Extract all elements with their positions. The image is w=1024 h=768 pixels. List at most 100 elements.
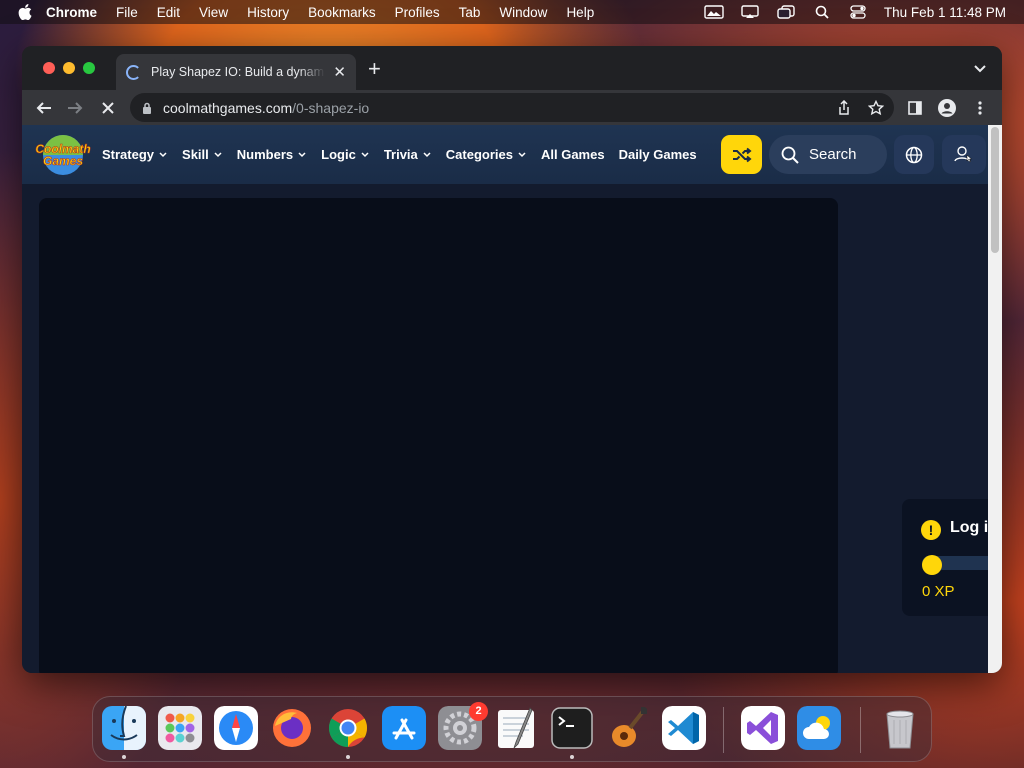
profile-avatar-icon	[938, 99, 956, 117]
menu-window[interactable]: Window	[499, 5, 547, 20]
menu-view[interactable]: View	[199, 5, 228, 20]
nav-categories-label: Categories	[445, 147, 513, 162]
login-prompt[interactable]: Log i	[950, 519, 988, 537]
account-button[interactable]	[942, 135, 986, 174]
profile-button[interactable]	[937, 98, 957, 118]
app-store-icon[interactable]	[382, 706, 426, 750]
chevron-down-icon	[361, 151, 369, 157]
chevron-down-icon	[298, 151, 306, 157]
forward-button[interactable]	[65, 98, 85, 118]
nav-skill-label: Skill	[182, 147, 209, 162]
finder-icon[interactable]	[102, 706, 146, 750]
xp-amount: 0 XP	[922, 583, 955, 600]
chevron-down-icon	[159, 151, 167, 157]
chevron-down-icon	[423, 151, 431, 157]
nav-numbers-label: Numbers	[236, 147, 294, 162]
active-tab[interactable]: Play Shapez IO: Build a dynamic ✕	[116, 54, 356, 90]
menu-help[interactable]: Help	[566, 5, 594, 20]
vscode-icon[interactable]	[662, 706, 706, 750]
kebab-menu-icon	[978, 101, 982, 115]
launchpad-icon[interactable]	[158, 706, 202, 750]
photo-status-icon[interactable]	[704, 5, 724, 19]
macos-menubar: Chrome File Edit View History Bookmarks …	[0, 0, 1024, 24]
spotlight-search-icon[interactable]	[812, 5, 832, 19]
screen-mirroring-icon[interactable]	[740, 5, 760, 19]
terminal-running-dot	[570, 755, 574, 759]
address-bar[interactable]: coolmathgames.com/0-shapez-io	[130, 93, 894, 122]
back-arrow-icon	[36, 102, 51, 114]
globe-icon	[905, 146, 923, 163]
menu-history[interactable]: History	[247, 5, 289, 20]
lock-icon[interactable]	[142, 102, 152, 114]
dock-separator	[860, 707, 861, 753]
chevron-down-icon	[518, 151, 526, 157]
minimize-window-button[interactable]	[63, 62, 75, 74]
close-tab-icon[interactable]: ✕	[333, 63, 346, 81]
menu-tab[interactable]: Tab	[459, 5, 481, 20]
terminal-icon[interactable]	[550, 706, 594, 750]
nav-skill[interactable]: Skill	[182, 147, 222, 162]
forward-arrow-icon	[68, 102, 83, 114]
url-domain: coolmathgames.com	[163, 99, 293, 116]
nav-logic[interactable]: Logic	[321, 147, 369, 162]
back-button[interactable]	[34, 98, 54, 118]
nav-logic-label: Logic	[321, 147, 356, 162]
menu-profiles[interactable]: Profiles	[395, 5, 440, 20]
menu-edit[interactable]: Edit	[157, 5, 180, 20]
bookmark-star-icon[interactable]	[868, 100, 884, 116]
chevron-down-icon	[214, 151, 222, 157]
safari-icon[interactable]	[214, 706, 258, 750]
random-game-button[interactable]	[721, 135, 762, 174]
trash-icon[interactable]	[878, 706, 922, 750]
nav-daily-games[interactable]: Daily Games	[619, 147, 697, 162]
side-panel-icon	[908, 101, 922, 115]
system-settings-badge: 2	[469, 702, 488, 721]
visual-studio-icon[interactable]	[741, 706, 785, 750]
new-tab-button[interactable]: +	[368, 58, 381, 80]
svg-text:Games: Games	[43, 154, 83, 168]
apple-icon[interactable]	[18, 4, 32, 20]
url-path: /0-shapez-io	[292, 99, 370, 116]
coolmath-games-logo[interactable]: Coolmath Games	[30, 134, 96, 176]
control-center-icon[interactable]	[848, 5, 868, 19]
nav-trivia-label: Trivia	[383, 147, 418, 162]
firefox-icon[interactable]	[270, 706, 314, 750]
stop-loading-button[interactable]	[98, 98, 118, 118]
page-scrollbar[interactable]	[988, 125, 1002, 673]
game-iframe[interactable]	[39, 198, 838, 673]
site-search-box[interactable]: Search	[769, 135, 887, 174]
weather-icon[interactable]	[797, 706, 841, 750]
nav-categories[interactable]: Categories	[446, 147, 526, 162]
menu-file[interactable]: File	[116, 5, 138, 20]
menu-app-name[interactable]: Chrome	[46, 5, 97, 20]
nav-trivia[interactable]: Trivia	[384, 147, 431, 162]
macos-dock: 2	[92, 696, 932, 762]
share-icon[interactable]	[836, 100, 852, 116]
site-navbar: Coolmath Games Strategy Skill Numbers Lo…	[22, 125, 988, 184]
dock-separator	[723, 707, 724, 753]
tab-search-chevron-icon[interactable]	[972, 60, 988, 76]
nav-strategy[interactable]: Strategy	[102, 147, 167, 162]
chrome-icon[interactable]	[326, 706, 370, 750]
nav-all-games[interactable]: All Games	[541, 147, 605, 162]
language-button[interactable]	[894, 135, 934, 174]
close-window-button[interactable]	[43, 62, 55, 74]
xp-login-panel[interactable]: ! Log i 0 XP	[902, 499, 988, 616]
side-panel-button[interactable]	[905, 98, 925, 118]
textedit-icon[interactable]	[494, 706, 538, 750]
stop-x-icon	[102, 102, 114, 114]
chrome-running-dot	[346, 755, 350, 759]
zoom-window-button[interactable]	[83, 62, 95, 74]
stage-manager-icon[interactable]	[776, 5, 796, 19]
nav-numbers[interactable]: Numbers	[237, 147, 306, 162]
finder-running-dot	[122, 755, 126, 759]
search-icon	[781, 146, 799, 164]
scrollbar-thumb[interactable]	[991, 127, 999, 253]
chrome-menu-button[interactable]	[970, 98, 990, 118]
menubar-clock[interactable]: Thu Feb 1 11:48 PM	[884, 5, 1006, 20]
tab-title: Play Shapez IO: Build a dynamic	[151, 65, 326, 79]
garageband-icon[interactable]	[606, 706, 650, 750]
chrome-window: Play Shapez IO: Build a dynamic ✕ + cool…	[22, 46, 1002, 673]
menu-bookmarks[interactable]: Bookmarks	[308, 5, 376, 20]
xp-progress-knob	[922, 555, 942, 575]
